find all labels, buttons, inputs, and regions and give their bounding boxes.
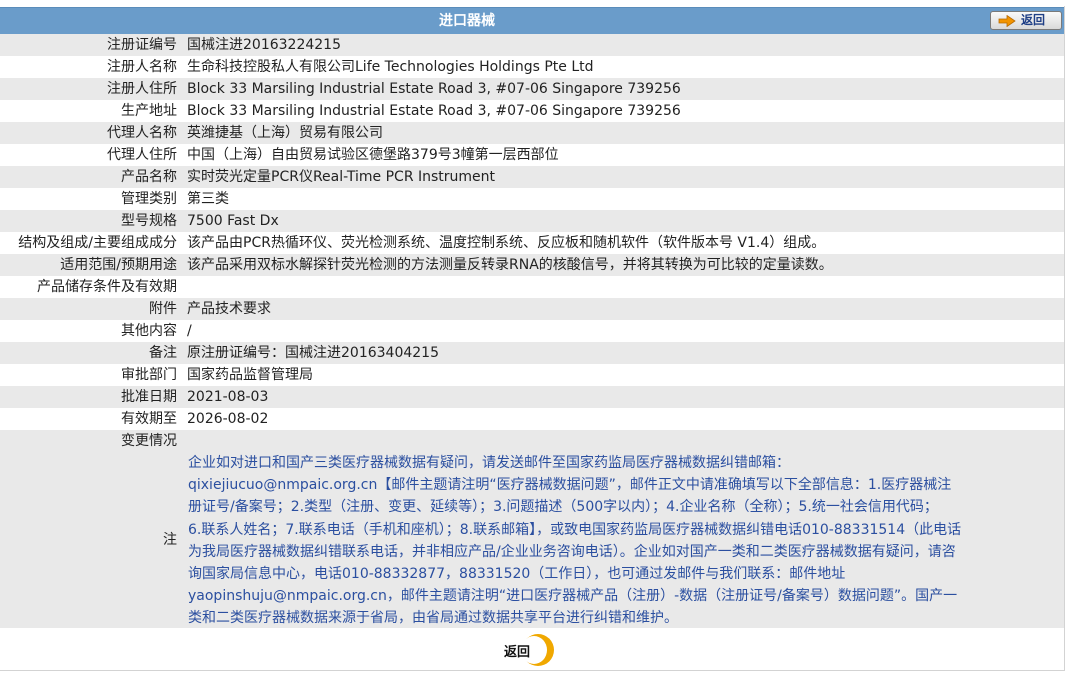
note-line: 册证号/备案号；2.类型（注册、变更、延续等）；3.问题描述（500字以内）；4… — [188, 499, 938, 516]
table-row: 型号规格 7500 Fast Dx — [0, 210, 1064, 232]
field-value: 英潍捷基（上海）贸易有限公司 — [179, 122, 1064, 144]
field-value: 原注册证编号：国械注进20163404215 — [179, 342, 1064, 364]
field-label: 型号规格 — [0, 210, 179, 232]
field-value: 7500 Fast Dx — [179, 210, 1064, 232]
title-bar: 进口器械 返回 — [0, 7, 1064, 35]
table-row: 适用范围/预期用途 该产品采用双标水解探针荧光检测的方法测量反转录RNA的核酸信号… — [0, 254, 1064, 276]
table-row: 产品储存条件及有效期 — [0, 276, 1064, 298]
table-row: 有效期至 2026-08-02 — [0, 408, 1064, 430]
table-row: 管理类别 第三类 — [0, 188, 1064, 210]
field-value: 该产品采用双标水解探针荧光检测的方法测量反转录RNA的核酸信号，并将其转换为可比… — [179, 254, 1064, 276]
table-row: 产品名称 实时荧光定量PCR仪Real-Time PCR Instrument — [0, 166, 1064, 188]
back-button-bottom[interactable]: 返回 — [500, 633, 556, 667]
field-label: 结构及组成/主要组成成分 — [0, 232, 179, 254]
field-label: 审批部门 — [0, 364, 179, 386]
field-value: / — [179, 320, 1064, 342]
page-title: 进口器械 — [439, 13, 495, 29]
field-label: 备注 — [0, 342, 179, 364]
field-value: Block 33 Marsiling Industrial Estate Roa… — [179, 100, 1064, 122]
field-value: 2021-08-03 — [179, 386, 1064, 408]
field-value — [179, 430, 1064, 452]
field-value: 国械注进20163224215 — [179, 34, 1064, 56]
note-row: 注 企业如对进口和国产三类医疗器械数据有疑问，请发送邮件至国家药监局医疗器械数据… — [0, 452, 1064, 628]
note-label: 注 — [163, 532, 177, 548]
page: 进口器械 返回 注册证编号 国械注进20163224215 注册人名称 生命科技控股私… — [0, 0, 1089, 683]
table-row: 生产地址 Block 33 Marsiling Industrial Estate… — [0, 100, 1064, 122]
field-value: 2026-08-02 — [179, 408, 1064, 430]
table-row: 注册人住所 Block 33 Marsiling Industrial Estat… — [0, 78, 1064, 100]
table-row: 注册人名称 生命科技控股私人有限公司Life Technologies Holdi… — [0, 56, 1064, 78]
note-line: yaopinshuju@nmpaic.org.cn，邮件主题请注明“进口医疗器械… — [188, 588, 958, 605]
field-label: 注册人名称 — [0, 56, 179, 78]
field-label: 生产地址 — [0, 100, 179, 122]
field-value: 国家药品监督管理局 — [179, 364, 1064, 386]
field-label: 注册证编号 — [0, 34, 179, 56]
table-row: 备注 原注册证编号：国械注进20163404215 — [0, 342, 1064, 364]
table-row: 注册证编号 国械注进20163224215 — [0, 34, 1064, 56]
field-label: 产品储存条件及有效期 — [0, 276, 179, 298]
field-label: 批准日期 — [0, 386, 179, 408]
field-value — [179, 276, 1064, 298]
field-label: 其他内容 — [0, 320, 179, 342]
note-line: 6.联系人姓名；7.联系电话（手机和座机）；8.联系邮箱】，或致电国家药监局医疗… — [188, 521, 962, 538]
field-label: 注册人住所 — [0, 78, 179, 100]
note-line: 为我局医疗器械数据纠错联系电话，并非相应产品/企业业务咨询电话）。企业如对国产一… — [188, 543, 956, 560]
note-line: 询国家局信息中心，电话010-88332877，88331520（工作日），也可… — [188, 566, 846, 583]
table-row: 审批部门 国家药品监督管理局 — [0, 364, 1064, 386]
note-line: qixiejiucuo@nmpaic.org.cn【邮件主题请注明“医疗器械数据… — [188, 477, 952, 494]
table-row: 结构及组成/主要组成成分 该产品由PCR热循环仪、荧光检测系统、温度控制系统、反应… — [0, 232, 1064, 254]
back-button-top-label: 返回 — [1021, 13, 1046, 27]
table-row: 代理人住所 中国（上海）自由贸易试验区德堡路379号3幢第一层西部位 — [0, 144, 1064, 166]
note-line: 类和二类医疗器械数据来源于省局，由省局通过数据共享平台进行纠错和维护。 — [188, 610, 678, 627]
field-label: 代理人名称 — [0, 122, 179, 144]
field-label: 附件 — [0, 298, 179, 320]
field-label: 产品名称 — [0, 166, 179, 188]
field-value: 该产品由PCR热循环仪、荧光检测系统、温度控制系统、反应板和随机软件（软件版本号… — [179, 232, 1064, 254]
field-label: 有效期至 — [0, 408, 179, 430]
field-value: 产品技术要求 — [179, 298, 1064, 320]
field-label: 变更情况 — [0, 430, 179, 452]
table-row: 变更情况 — [0, 430, 1064, 452]
note-line: 企业如对进口和国产三类医疗器械数据有疑问，请发送邮件至国家药监局医疗器械数据纠错… — [188, 455, 790, 471]
field-label: 代理人住所 — [0, 144, 179, 166]
field-label: 适用范围/预期用途 — [0, 254, 179, 276]
field-label: 管理类别 — [0, 188, 179, 210]
table-row: 批准日期 2021-08-03 — [0, 386, 1064, 408]
field-value: 第三类 — [179, 188, 1064, 210]
back-button-top[interactable]: 返回 — [990, 11, 1062, 30]
field-value: 中国（上海）自由贸易试验区德堡路379号3幢第一层西部位 — [179, 144, 1064, 166]
note-text: 企业如对进口和国产三类医疗器械数据有疑问，请发送邮件至国家药监局医疗器械数据纠错… — [188, 452, 1060, 630]
table-row: 其他内容 / — [0, 320, 1064, 342]
field-value: 生命科技控股私人有限公司Life Technologies Holdings P… — [179, 56, 1064, 78]
table-row: 代理人名称 英潍捷基（上海）贸易有限公司 — [0, 122, 1064, 144]
back-button-bottom-label: 返回 — [504, 645, 531, 660]
field-value: 实时荧光定量PCR仪Real-Time PCR Instrument — [179, 166, 1064, 188]
field-value: Block 33 Marsiling Industrial Estate Roa… — [179, 78, 1064, 100]
info-table: 注册证编号 国械注进20163224215 注册人名称 生命科技控股私人有限公司Lif… — [0, 34, 1064, 452]
table-row: 附件 产品技术要求 — [0, 298, 1064, 320]
